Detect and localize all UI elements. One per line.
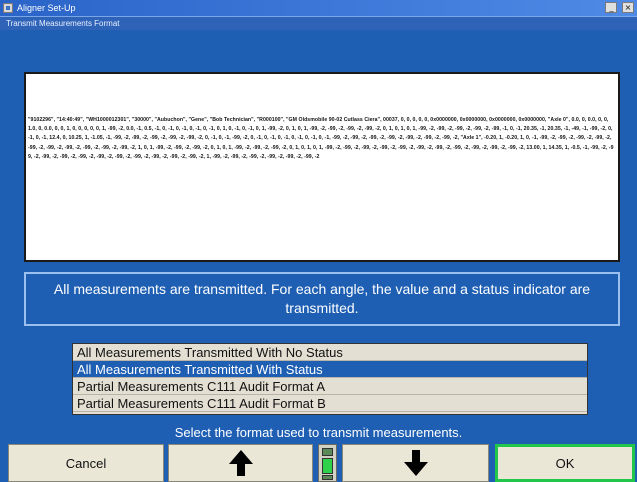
option-audit-format-a[interactable]: Partial Measurements C111 Audit Format A bbox=[73, 378, 587, 395]
panel-title: Transmit Measurements Format bbox=[6, 19, 120, 28]
ok-button-label: OK bbox=[555, 455, 575, 471]
indicator-segment-current bbox=[322, 458, 333, 474]
format-description: All measurements are transmitted. For ea… bbox=[24, 272, 620, 326]
panel-header: Transmit Measurements Format bbox=[0, 16, 637, 30]
minimize-icon[interactable]: _ bbox=[605, 2, 618, 13]
option-with-status[interactable]: All Measurements Transmitted With Status bbox=[73, 361, 587, 378]
up-arrow-icon bbox=[228, 450, 253, 476]
cancel-button[interactable]: Cancel bbox=[8, 444, 164, 482]
option-no-status[interactable]: All Measurements Transmitted With No Sta… bbox=[73, 344, 587, 361]
title-bar: Aligner Set-Up _ × bbox=[0, 0, 637, 16]
scroll-down-button[interactable] bbox=[342, 444, 489, 482]
sample-output-text: "9102296", "14:40:49", "WH1000012301", "… bbox=[28, 117, 614, 160]
sample-output-box: "9102296", "14:40:49", "WH1000012301", "… bbox=[24, 72, 620, 262]
indicator-segment-top bbox=[322, 448, 333, 456]
close-icon[interactable]: × bbox=[622, 2, 634, 13]
scroll-up-button[interactable] bbox=[168, 444, 313, 482]
down-arrow-icon bbox=[403, 450, 428, 476]
scroll-position-indicator bbox=[318, 444, 337, 482]
instruction-prompt: Select the format used to transmit measu… bbox=[174, 425, 463, 440]
cancel-button-label: Cancel bbox=[65, 455, 107, 471]
window-title: Aligner Set-Up bbox=[17, 3, 76, 13]
ok-button[interactable]: OK bbox=[495, 444, 635, 482]
format-options-list[interactable]: All Measurements Transmitted With No Sta… bbox=[72, 343, 588, 415]
window-controls: _ × bbox=[603, 2, 634, 14]
option-audit-format-b[interactable]: Partial Measurements C111 Audit Format B bbox=[73, 395, 587, 412]
app-icon bbox=[3, 3, 13, 13]
indicator-segment-bottom bbox=[322, 475, 333, 480]
